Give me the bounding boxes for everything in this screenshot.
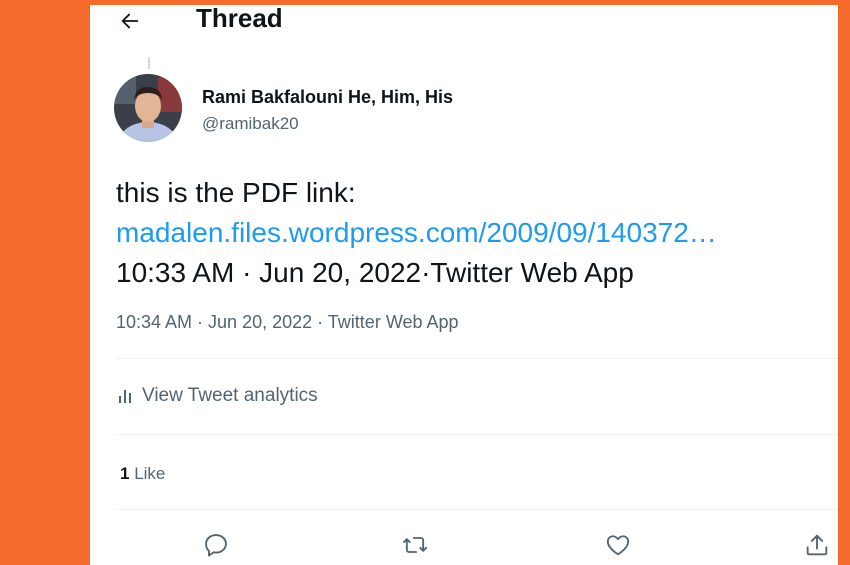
retweet-button[interactable] — [397, 527, 433, 563]
avatar[interactable] — [114, 74, 182, 142]
view-analytics-link[interactable]: View Tweet analytics — [116, 385, 318, 407]
reply-button[interactable] — [198, 527, 234, 563]
back-arrow-icon — [121, 13, 139, 29]
author-display-name[interactable]: Rami Bakfalouni He, Him, His — [202, 87, 453, 108]
tweet-text: this is the PDF link: madalen.files.word… — [116, 173, 838, 293]
share-button[interactable] — [799, 527, 835, 563]
tweet-text-line: this is the PDF link: — [116, 177, 356, 208]
tweet-thread-panel: Thread Rami Bakfalouni He, Him, His @ram… — [90, 5, 838, 565]
analytics-label: View Tweet analytics — [142, 385, 318, 406]
tweet-text-line: 10:33 AM · Jun 20, 2022·Twitter Web App — [116, 257, 634, 288]
page-title: Thread — [196, 5, 283, 33]
author-handle[interactable]: @ramibak20 — [202, 114, 299, 134]
like-heart-icon — [606, 535, 630, 556]
divider — [116, 509, 838, 510]
analytics-bar-icon — [119, 390, 131, 403]
back-button[interactable] — [116, 7, 144, 35]
likes-number: 1 — [120, 464, 130, 483]
header-bar: Thread — [90, 5, 838, 39]
tweet-timestamp[interactable]: 10:34 AM · Jun 20, 2022 · Twitter Web Ap… — [116, 312, 459, 333]
avatar-image — [114, 74, 182, 142]
share-icon — [806, 534, 828, 556]
retweet-icon — [402, 537, 428, 553]
divider — [116, 358, 838, 359]
likes-label: Like — [134, 464, 166, 483]
tweet-pdf-link[interactable]: madalen.files.wordpress.com/2009/09/1403… — [116, 213, 838, 253]
like-button[interactable] — [600, 527, 636, 563]
divider — [116, 434, 838, 435]
reply-icon — [205, 534, 227, 557]
likes-count[interactable]: 1 Like — [120, 464, 165, 484]
thread-connector-line — [148, 57, 150, 69]
